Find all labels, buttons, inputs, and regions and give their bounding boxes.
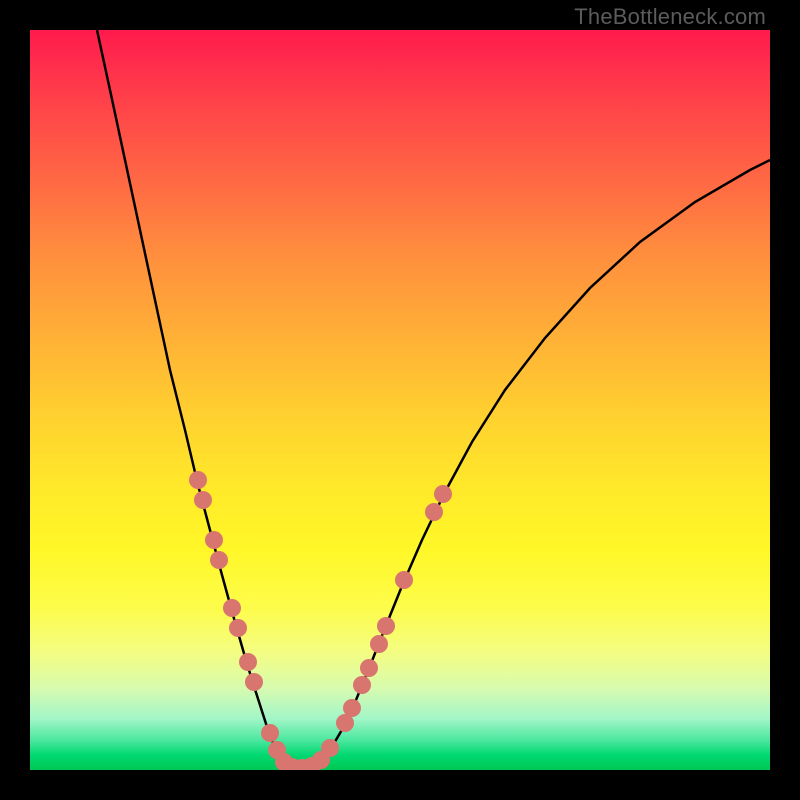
data-bead bbox=[223, 599, 241, 617]
watermark-text: TheBottleneck.com bbox=[574, 4, 766, 30]
data-bead bbox=[343, 699, 361, 717]
data-bead bbox=[353, 676, 371, 694]
data-bead bbox=[370, 635, 388, 653]
chart-frame: TheBottleneck.com bbox=[0, 0, 800, 800]
data-bead bbox=[425, 503, 443, 521]
data-bead bbox=[360, 659, 378, 677]
data-bead bbox=[434, 485, 452, 503]
data-bead bbox=[245, 673, 263, 691]
data-bead bbox=[395, 571, 413, 589]
gradient-plot-area bbox=[30, 30, 770, 770]
data-bead bbox=[239, 653, 257, 671]
data-bead bbox=[261, 724, 279, 742]
data-bead bbox=[205, 531, 223, 549]
data-bead bbox=[377, 617, 395, 635]
curve-left-branch bbox=[97, 30, 292, 768]
data-bead bbox=[229, 619, 247, 637]
data-bead bbox=[189, 471, 207, 489]
data-bead bbox=[321, 739, 339, 757]
data-bead bbox=[210, 551, 228, 569]
beads-group bbox=[189, 471, 452, 770]
bottleneck-curve-svg bbox=[30, 30, 770, 770]
data-bead bbox=[194, 491, 212, 509]
